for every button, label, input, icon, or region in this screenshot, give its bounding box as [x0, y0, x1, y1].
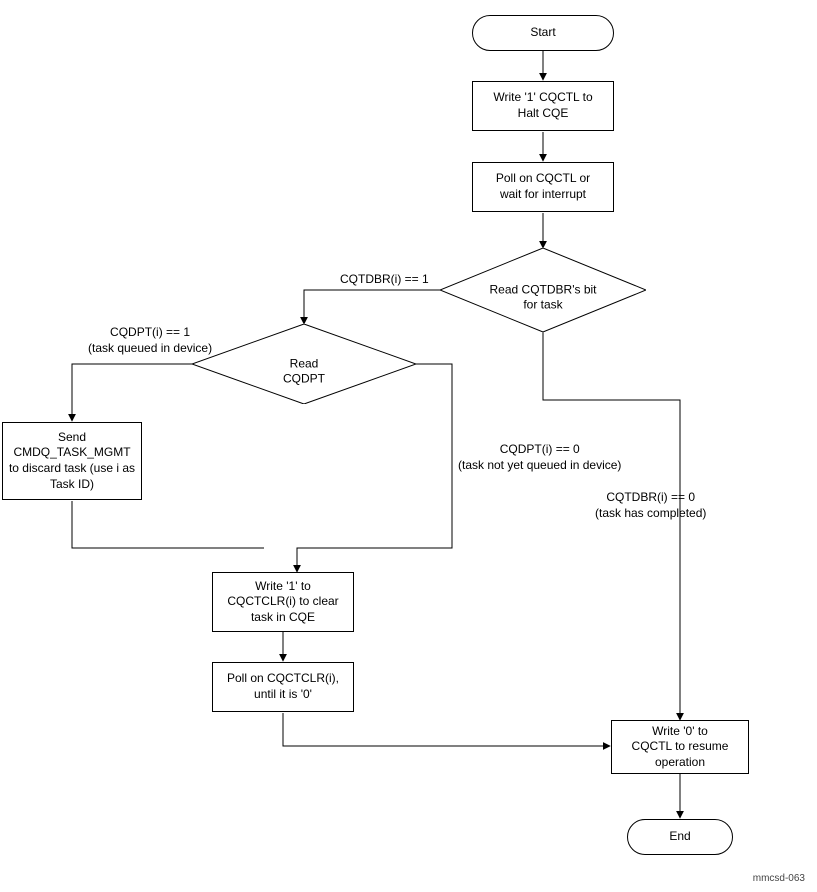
poll-cqctl-label: Poll on CQCTL or wait for interrupt — [496, 171, 590, 202]
send-mgmt-box: Send CMDQ_TASK_MGMT to discard task (use… — [2, 422, 142, 500]
poll-clear-label: Poll on CQCTCLR(i), until it is '0' — [227, 671, 339, 702]
read-cqdpt-label: Read CQDPT — [283, 356, 325, 386]
end-terminal: End — [627, 819, 733, 855]
read-cqdpt-decision: Read CQDPT — [192, 324, 416, 404]
write-halt-box: Write '1' CQCTL to Halt CQE — [472, 81, 614, 131]
write-clear-label: Write '1' to CQCTCLR(i) to clear task in… — [227, 579, 338, 626]
edge-label-cqtdbr-1: CQTDBR(i) == 1 — [340, 272, 429, 288]
edge-label-cqdpt-1: CQDPT(i) == 1 (task queued in device) — [88, 325, 212, 356]
send-mgmt-label: Send CMDQ_TASK_MGMT to discard task (use… — [9, 430, 135, 492]
diagram-id: mmcsd-063 — [753, 873, 805, 884]
resume-box: Write '0' to CQCTL to resume operation — [611, 720, 749, 774]
start-terminal: Start — [472, 15, 614, 51]
edge-label-cqtdbr-0: CQTDBR(i) == 0 (task has completed) — [595, 490, 706, 521]
read-cqtdbr-decision: Read CQTDBR's bit for task — [440, 248, 646, 332]
start-label: Start — [530, 25, 555, 41]
write-clear-box: Write '1' to CQCTCLR(i) to clear task in… — [212, 572, 354, 632]
poll-cqctl-box: Poll on CQCTL or wait for interrupt — [472, 162, 614, 212]
resume-label: Write '0' to CQCTL to resume operation — [632, 724, 729, 771]
write-halt-label: Write '1' CQCTL to Halt CQE — [493, 90, 592, 121]
end-label: End — [669, 829, 690, 845]
read-cqtdbr-label: Read CQTDBR's bit for task — [490, 282, 597, 312]
edge-label-cqdpt-0: CQDPT(i) == 0 (task not yet queued in de… — [458, 442, 621, 473]
poll-clear-box: Poll on CQCTCLR(i), until it is '0' — [212, 662, 354, 712]
